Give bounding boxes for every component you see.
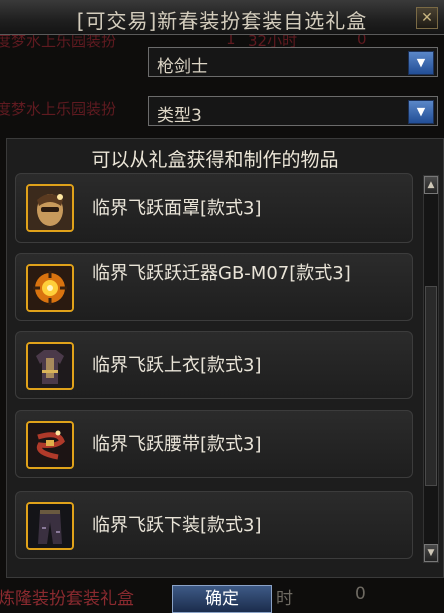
jump-device-icon: [26, 264, 74, 312]
close-button[interactable]: ✕: [416, 7, 438, 29]
type-dropdown-value: 类型3: [157, 106, 202, 126]
item-name: 临界飞跃上衣[款式3]: [92, 355, 262, 376]
background-footer-text: 炼隆装扮套装礼盒: [0, 589, 134, 609]
window-titlebar: [可交易]新春装扮套装自选礼盒 ✕: [0, 0, 444, 35]
item-name: 临界飞跃腰带[款式3]: [92, 434, 262, 455]
mask-icon: [26, 184, 74, 232]
hours-text: 时: [276, 589, 293, 609]
background-row-text: 度梦水上乐园装扮: [0, 100, 117, 118]
item-name: 临界飞跃面罩[款式3]: [92, 198, 262, 219]
chevron-down-icon[interactable]: ▼: [408, 100, 434, 124]
class-dropdown[interactable]: 枪剑士 ▼: [148, 47, 438, 77]
count-text: 0: [355, 584, 366, 604]
item-name: 临界飞跃下装[款式3]: [92, 515, 262, 536]
list-item[interactable]: 临界飞跃跃迁器GB-M07[款式3]: [15, 253, 413, 321]
scroll-thumb[interactable]: [425, 286, 437, 486]
type-dropdown[interactable]: 类型3 ▼: [148, 96, 438, 126]
belt-icon: [26, 421, 74, 469]
scroll-down-button[interactable]: ▼: [424, 544, 438, 562]
item-name: 临界飞跃跃迁器GB-M07[款式3]: [92, 263, 351, 284]
panel-header: 可以从礼盒获得和制作的物品: [91, 149, 339, 171]
list-item[interactable]: 临界飞跃面罩[款式3]: [15, 173, 413, 243]
class-dropdown-value: 枪剑士: [157, 57, 208, 77]
chevron-down-icon[interactable]: ▼: [408, 51, 434, 75]
list-item[interactable]: 临界飞跃腰带[款式3]: [15, 410, 413, 478]
list-item[interactable]: 临界飞跃上衣[款式3]: [15, 331, 413, 399]
top-icon: [26, 342, 74, 390]
pants-icon: [26, 502, 74, 550]
items-panel: 可以从礼盒获得和制作的物品 临界飞跃面罩[款式3] 临界飞跃跃迁器GB-M07[…: [6, 138, 444, 578]
scroll-up-button[interactable]: ▲: [424, 176, 438, 194]
scrollbar[interactable]: ▲ ▼: [423, 175, 439, 563]
window-title: [可交易]新春装扮套装自选礼盒: [76, 9, 368, 33]
confirm-button[interactable]: 确定: [172, 585, 272, 613]
list-item[interactable]: 临界飞跃下装[款式3]: [15, 491, 413, 559]
